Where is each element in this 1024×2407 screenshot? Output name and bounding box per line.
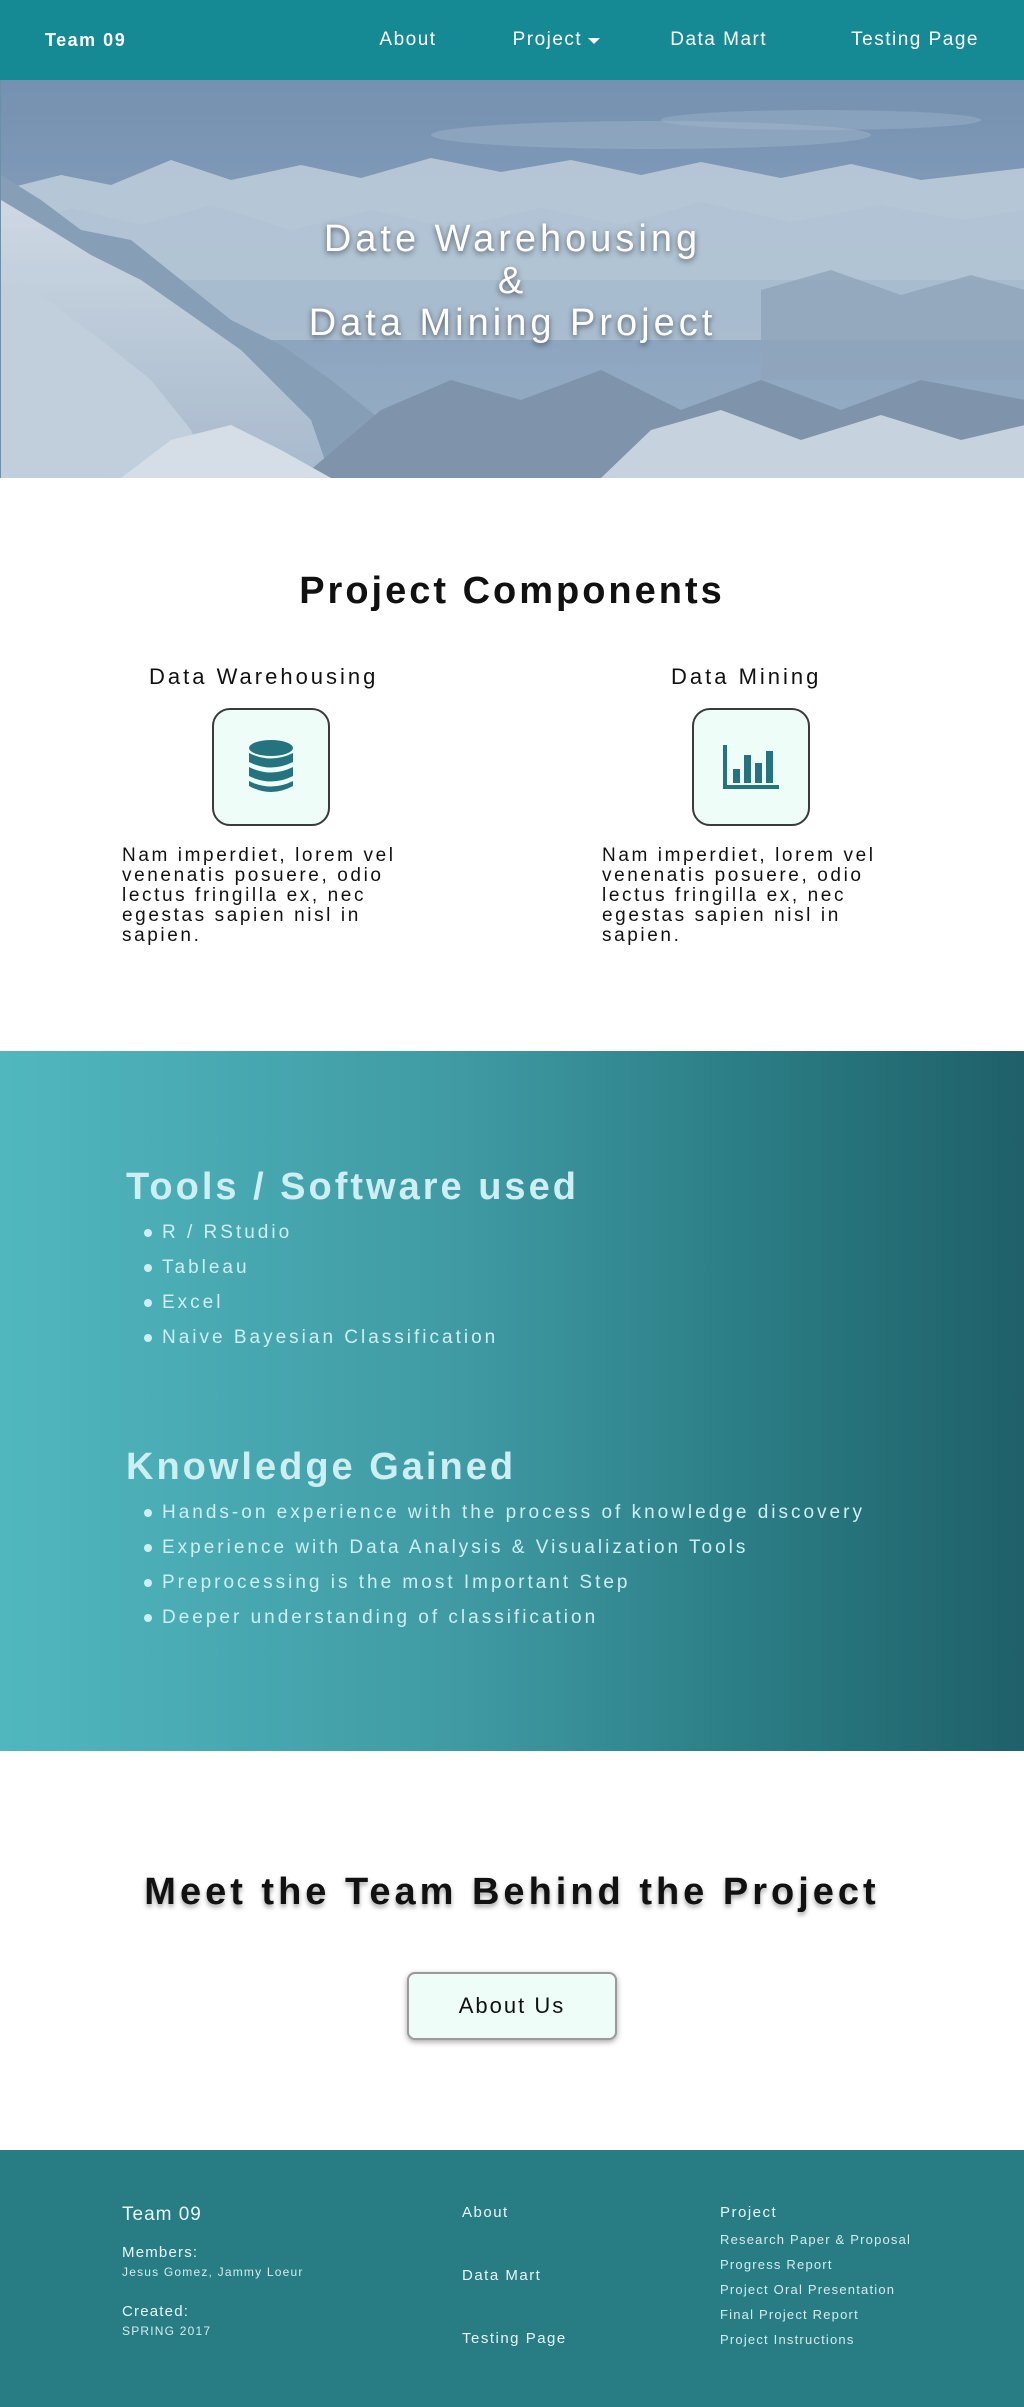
hero-title-line: &: [497, 260, 528, 302]
component-description: Nam imperdiet, lorem vel venenatis posue…: [602, 845, 876, 946]
tools-knowledge-section: Tools / Software used R / RStudio Tablea…: [0, 1051, 1024, 1751]
database-icon: [249, 740, 293, 792]
team-heading: Meet the Team Behind the Project: [144, 1871, 880, 1913]
about-us-button[interactable]: About Us: [407, 1972, 617, 2040]
component-icon-box: [212, 708, 330, 826]
component-data-mining: Data Mining Nam imperdiet, lorem vel ven…: [602, 664, 922, 946]
nav-testing-page[interactable]: Testing Page: [851, 29, 979, 51]
created-label: Created:: [122, 2303, 190, 2320]
footer-links-column: About Data Mart Testing Page: [462, 2204, 567, 2393]
knowledge-block: Knowledge Gained Hands-on experience wit…: [126, 1446, 865, 1635]
footer-link-instructions[interactable]: Project Instructions: [720, 2327, 911, 2352]
caret-down-icon: [588, 38, 601, 44]
hero-title-line: Date Warehousing: [323, 218, 702, 260]
list-item: Preprocessing is the most Important Step: [126, 1565, 865, 1600]
hero-banner: Date Warehousing & Data Mining Project: [0, 80, 1024, 478]
nav-about[interactable]: About: [379, 29, 436, 51]
footer-link-about[interactable]: About: [462, 2204, 567, 2221]
members-value: Jesus Gomez, Jammy Loeur: [122, 2265, 304, 2279]
footer-project-title: Project: [720, 2204, 778, 2221]
component-data-warehousing: Data Warehousing Nam imperdiet, lorem ve…: [122, 664, 442, 946]
footer-title: Team 09: [122, 2204, 202, 2225]
knowledge-heading: Knowledge Gained: [126, 1446, 517, 1488]
list-item: Naive Bayesian Classification: [126, 1320, 579, 1355]
list-item: Deeper understanding of classification: [126, 1600, 865, 1635]
bar-chart-icon: [723, 745, 779, 789]
nav-project-dropdown[interactable]: Project: [513, 29, 601, 51]
nav-links: About Project Data Mart Testing Page: [379, 29, 979, 51]
component-title: Data Mining: [671, 664, 822, 689]
component-description: Nam imperdiet, lorem vel venenatis posue…: [122, 845, 396, 946]
brand-link[interactable]: Team 09: [45, 30, 126, 51]
list-item: Experience with Data Analysis & Visualiz…: [126, 1530, 865, 1565]
list-item: Tableau: [126, 1250, 579, 1285]
footer-info-column: Team 09 Members: Jesus Gomez, Jammy Loeu…: [122, 2204, 304, 2362]
list-item: R / RStudio: [126, 1215, 579, 1250]
list-item: Excel: [126, 1285, 579, 1320]
navbar: Team 09 About Project Data Mart Testing …: [0, 0, 1024, 80]
tools-list: R / RStudio Tableau Excel Naive Bayesian…: [126, 1215, 579, 1355]
project-components-section: Project Components Data Warehousing Nam …: [0, 478, 1024, 1051]
list-item: Hands-on experience with the process of …: [126, 1495, 865, 1530]
nav-data-mart[interactable]: Data Mart: [670, 29, 767, 51]
footer-link-progress-report[interactable]: Progress Report: [720, 2252, 911, 2277]
section-heading: Project Components: [299, 570, 725, 612]
hero-title: Date Warehousing & Data Mining Project: [1, 218, 1024, 344]
footer-link-oral-presentation[interactable]: Project Oral Presentation: [720, 2277, 911, 2302]
team-section: Meet the Team Behind the Project About U…: [0, 1751, 1024, 2150]
members-label: Members:: [122, 2244, 199, 2261]
footer: Team 09 Members: Jesus Gomez, Jammy Loeu…: [0, 2150, 1024, 2407]
footer-link-data-mart[interactable]: Data Mart: [462, 2267, 567, 2284]
nav-project-label: Project: [512, 29, 583, 50]
tools-block: Tools / Software used R / RStudio Tablea…: [126, 1166, 579, 1355]
hero-title-line: Data Mining Project: [308, 302, 717, 344]
component-icon-box: [692, 708, 810, 826]
knowledge-list: Hands-on experience with the process of …: [126, 1495, 865, 1635]
footer-link-research-paper[interactable]: Research Paper & Proposal: [720, 2227, 911, 2252]
component-title: Data Warehousing: [149, 664, 379, 689]
footer-project-column: Project Research Paper & Proposal Progre…: [720, 2204, 911, 2352]
footer-link-testing-page[interactable]: Testing Page: [462, 2330, 567, 2347]
created-value: SPRING 2017: [122, 2324, 212, 2338]
footer-link-final-report[interactable]: Final Project Report: [720, 2302, 911, 2327]
tools-heading: Tools / Software used: [126, 1166, 579, 1208]
